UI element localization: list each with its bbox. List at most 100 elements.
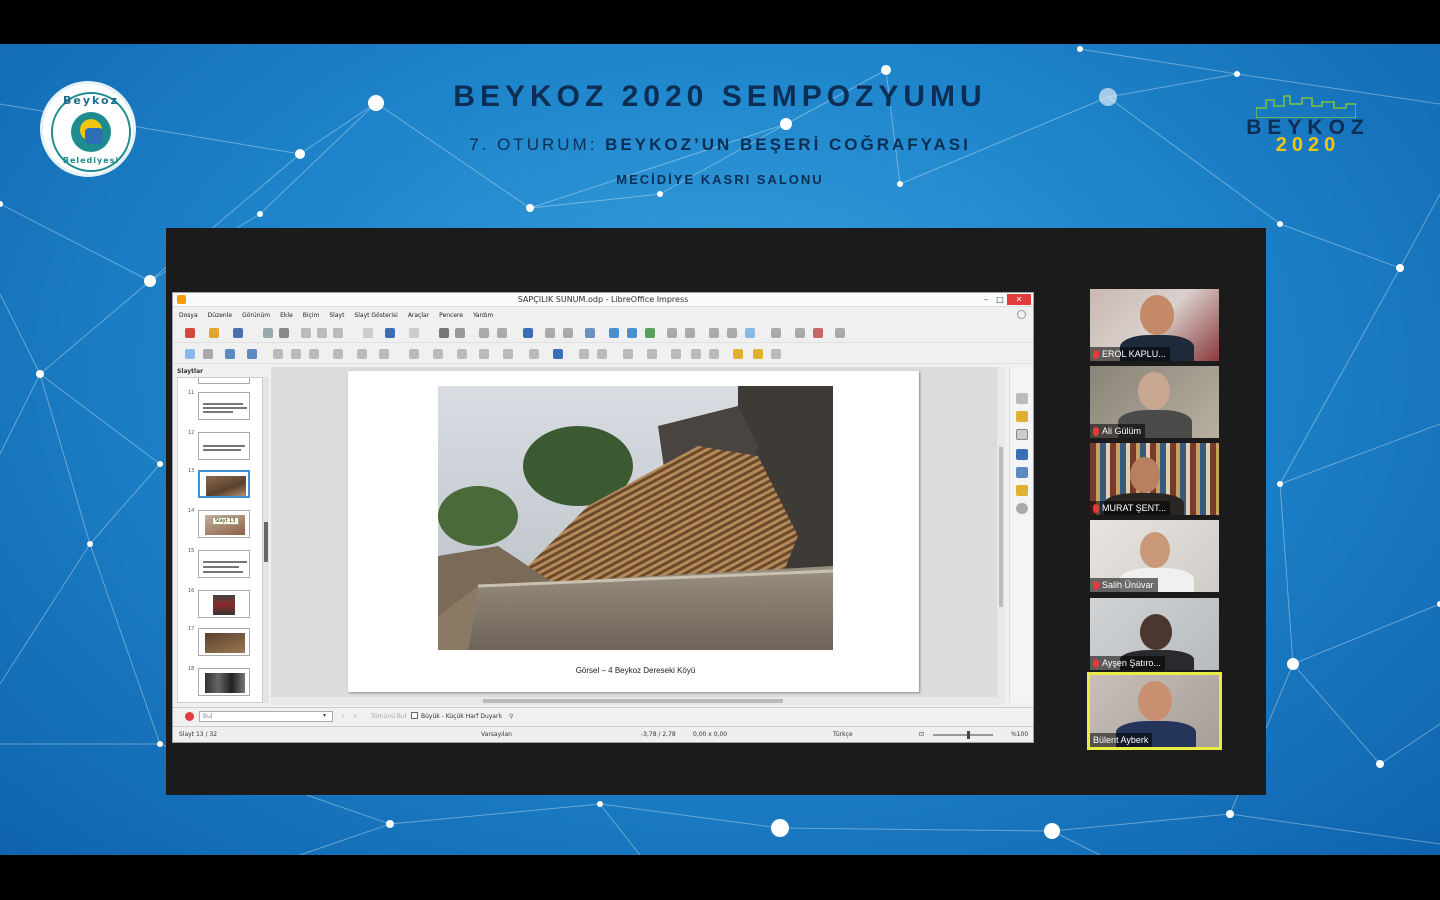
menu-insert[interactable]: Ekle bbox=[280, 312, 293, 319]
find-all-button[interactable]: Tümünü Bul bbox=[371, 713, 406, 720]
new-slide-icon[interactable] bbox=[771, 328, 781, 338]
shadow-icon[interactable] bbox=[671, 349, 681, 359]
symbol-shapes-icon[interactable] bbox=[433, 349, 443, 359]
menu-view[interactable]: Görünüm bbox=[242, 312, 270, 319]
zoom-slider[interactable] bbox=[933, 734, 993, 736]
undo-icon[interactable] bbox=[385, 328, 395, 338]
rotate-icon[interactable] bbox=[579, 349, 589, 359]
slide-thumbnail[interactable]: 12 bbox=[180, 428, 260, 462]
menu-help[interactable]: Yardım bbox=[473, 312, 493, 319]
menu-format[interactable]: Biçim bbox=[303, 312, 320, 319]
copy-icon[interactable] bbox=[317, 328, 327, 338]
export-pdf-icon[interactable] bbox=[263, 328, 273, 338]
delete-slide-icon[interactable] bbox=[813, 328, 823, 338]
sidebar-master-slides-icon[interactable] bbox=[1016, 429, 1028, 440]
table-icon[interactable] bbox=[585, 328, 595, 338]
select-icon[interactable] bbox=[185, 349, 195, 359]
arrange-icon[interactable] bbox=[623, 349, 633, 359]
save-icon[interactable] bbox=[233, 328, 243, 338]
slide-caption[interactable]: Görsel – 4 Beykoz Dereseki Köyü bbox=[438, 666, 833, 675]
minimize-button[interactable]: – bbox=[979, 294, 993, 305]
lines-arrows-icon[interactable] bbox=[333, 349, 343, 359]
find-previous-icon[interactable]: ∧ bbox=[341, 713, 345, 720]
clone-format-icon[interactable] bbox=[363, 328, 373, 338]
open-icon[interactable] bbox=[209, 328, 219, 338]
slide-thumbnail[interactable] bbox=[180, 378, 260, 386]
status-zoom[interactable]: %100 bbox=[1011, 731, 1028, 738]
match-case-checkbox[interactable] bbox=[411, 712, 418, 719]
participant-tile-active-speaker[interactable]: Bülent Ayberk bbox=[1087, 672, 1222, 750]
spelling-icon[interactable] bbox=[455, 328, 465, 338]
workspace-horizontal-scrollbar[interactable] bbox=[271, 697, 1001, 705]
sidebar-animation-icon[interactable] bbox=[1016, 449, 1028, 460]
crop-icon[interactable] bbox=[691, 349, 701, 359]
print-icon[interactable] bbox=[279, 328, 289, 338]
textbox-icon[interactable] bbox=[667, 328, 677, 338]
menu-edit[interactable]: Düzenle bbox=[208, 312, 232, 319]
new-icon[interactable] bbox=[185, 328, 195, 338]
glue-points-icon[interactable] bbox=[753, 349, 763, 359]
participant-tile[interactable]: MURAT ŞENT... bbox=[1090, 443, 1219, 515]
master-slide-icon[interactable] bbox=[523, 328, 533, 338]
special-character-icon[interactable] bbox=[685, 328, 695, 338]
participant-tile[interactable]: EROL KAPLU... bbox=[1090, 289, 1219, 361]
flowchart-icon[interactable] bbox=[479, 349, 489, 359]
close-find-icon[interactable] bbox=[185, 712, 194, 721]
fit-slide-icon[interactable]: ⊡ bbox=[919, 731, 924, 738]
block-arrows-icon[interactable] bbox=[457, 349, 467, 359]
find-input[interactable]: Bul bbox=[199, 711, 333, 722]
redo-icon[interactable] bbox=[409, 328, 419, 338]
slide-layout-icon[interactable] bbox=[835, 328, 845, 338]
align-icon[interactable] bbox=[597, 349, 607, 359]
menu-slide-show[interactable]: Slayt Gösterisi bbox=[354, 312, 397, 319]
show-draw-icon[interactable] bbox=[745, 328, 755, 338]
curves-icon[interactable] bbox=[357, 349, 367, 359]
stars-icon[interactable] bbox=[529, 349, 539, 359]
slide-thumbnail[interactable]: 11 bbox=[180, 388, 260, 422]
slide-thumbnail-selected[interactable]: 13 bbox=[180, 466, 260, 500]
menu-file[interactable]: Dosya bbox=[179, 312, 198, 319]
line-icon[interactable] bbox=[273, 349, 283, 359]
toggle-extrusion-icon[interactable] bbox=[771, 349, 781, 359]
distribute-icon[interactable] bbox=[647, 349, 657, 359]
zoom-icon[interactable] bbox=[203, 349, 213, 359]
participant-tile[interactable]: Ali Gülüm bbox=[1090, 366, 1219, 438]
slides-pane-scrollbar[interactable] bbox=[263, 377, 269, 703]
grid-icon[interactable] bbox=[479, 328, 489, 338]
fill-color-icon[interactable] bbox=[247, 349, 257, 359]
participant-tile[interactable]: Ayşen Şatıro... bbox=[1090, 598, 1219, 670]
3d-objects-icon[interactable] bbox=[553, 349, 563, 359]
line-color-icon[interactable] bbox=[225, 349, 235, 359]
find-dropdown-icon[interactable]: ▾ bbox=[323, 712, 332, 721]
menu-slide[interactable]: Slayt bbox=[329, 312, 344, 319]
paste-icon[interactable] bbox=[333, 328, 343, 338]
start-first-icon[interactable] bbox=[545, 328, 555, 338]
fontwork-icon[interactable] bbox=[709, 328, 719, 338]
maximize-button[interactable]: □ bbox=[993, 294, 1007, 305]
find-replace-icon-small[interactable]: ⚲ bbox=[509, 713, 513, 720]
slide-thumbnail[interactable]: 15 bbox=[180, 546, 260, 580]
slide-thumbnail[interactable]: 16 bbox=[180, 586, 260, 620]
zoom-slider-knob[interactable] bbox=[967, 731, 970, 739]
slide-thumbnail[interactable]: 18 bbox=[180, 664, 260, 698]
sidebar-navigator-icon[interactable] bbox=[1016, 503, 1028, 514]
find-next-icon[interactable]: ∨ bbox=[353, 713, 357, 720]
chart-icon[interactable] bbox=[645, 328, 655, 338]
sidebar-gallery-icon[interactable] bbox=[1016, 485, 1028, 496]
connectors-icon[interactable] bbox=[379, 349, 389, 359]
start-current-icon[interactable] bbox=[563, 328, 573, 338]
sidebar-properties-icon[interactable] bbox=[1016, 393, 1028, 404]
media-icon[interactable] bbox=[627, 328, 637, 338]
menu-window[interactable]: Pencere bbox=[439, 312, 463, 319]
ellipse-icon[interactable] bbox=[309, 349, 319, 359]
display-views-icon[interactable] bbox=[497, 328, 507, 338]
callouts-icon[interactable] bbox=[503, 349, 513, 359]
menu-tools[interactable]: Araçlar bbox=[408, 312, 429, 319]
points-icon[interactable] bbox=[733, 349, 743, 359]
current-slide[interactable]: Görsel – 4 Beykoz Dereseki Köyü bbox=[348, 371, 919, 692]
filter-icon[interactable] bbox=[709, 349, 719, 359]
close-document-icon[interactable] bbox=[1017, 310, 1026, 319]
sidebar-slide-transition-icon[interactable] bbox=[1016, 411, 1028, 422]
participant-tile[interactable]: Salih Ünüvar bbox=[1090, 520, 1219, 592]
image-icon[interactable] bbox=[609, 328, 619, 338]
